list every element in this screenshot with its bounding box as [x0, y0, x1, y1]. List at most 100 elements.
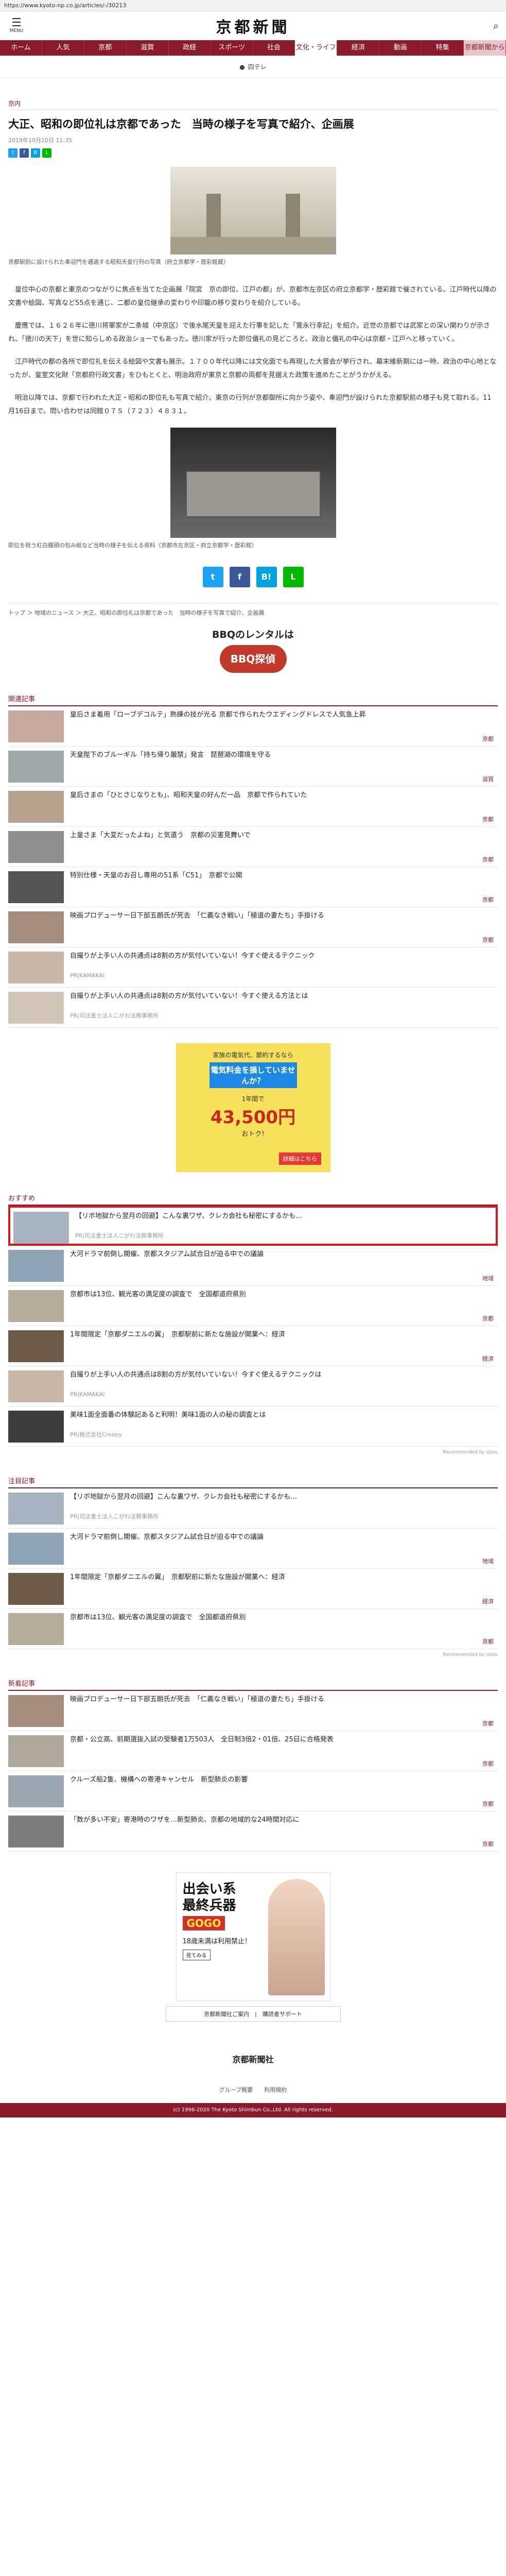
- list-item[interactable]: 京都・公立高、前期選抜入試の受験者1万503人 全日制3倍2・01倍、25日に合…: [8, 1731, 498, 1771]
- item-title: 京都市は13位、観光客の満足度の調査で 全国都道府県別: [70, 1614, 246, 1621]
- list-item[interactable]: 天皇陛下のブルーギル「持ち帰り厳禁」発言 琵琶湖の環境を守る 滋賀: [8, 747, 498, 787]
- list-item[interactable]: 映画プロデューサー日下部五朗氏が死去 「仁義なき戦い」「極道の妻たち」手掛ける京…: [8, 1691, 498, 1731]
- list-item[interactable]: 1年間限定「京都ダニエルの翼」 京都駅前に新たな施設が開業へ：経済 経済: [8, 1569, 498, 1609]
- dating-ad[interactable]: 出会い系 最終兵器 GOGO 18歳未満は利用禁止！ 見てみる: [176, 1872, 330, 2001]
- ad-strip[interactable]: ● 四テレ: [0, 56, 506, 78]
- item-source: PR|株式会社Creapy: [70, 1431, 122, 1438]
- item-title: 上皇さま「大変だったよね」と気遣う 京都の災害見舞いで: [70, 832, 251, 839]
- facebook-icon[interactable]: f: [20, 148, 29, 158]
- electricity-ad[interactable]: 家族の電気代、節約するなら 電気料金を損していませんか？ 1年間で 43,500…: [176, 1043, 330, 1172]
- nav-from-kyoto[interactable]: 京都新聞から: [464, 40, 506, 56]
- photo-caption-1: 京都駅前に設けられた奉迎門を通過する昭和天皇行列の写真（府立京都学・歴彩館蔵）: [8, 259, 229, 265]
- nav-shiga[interactable]: 滋賀: [127, 40, 169, 56]
- nav-feature[interactable]: 特集: [422, 40, 464, 56]
- nav-economy[interactable]: 経済: [337, 40, 380, 56]
- list-item[interactable]: 1年間限定「京都ダニエルの翼」 京都駅前に新たな施設が開業へ：経済 経済: [8, 1326, 498, 1366]
- list-item[interactable]: 上皇さま「大変だったよね」と気遣う 京都の災害見舞いで京都: [8, 827, 498, 867]
- list-item[interactable]: 美味1面全面番の体験記あると利明！美味1面の人の秘の調査とは PR|株式会社Cre…: [8, 1406, 498, 1447]
- url-text: https://www.kyoto-np.co.jp/articles/-/30…: [4, 2, 127, 9]
- item-tag: 京都: [482, 856, 494, 863]
- footer-links[interactable]: グループ概要 利用規約: [8, 2086, 498, 2094]
- list-item[interactable]: 映画プロデューサー日下部五朗氏が死去 「仁義なき戦い」「極道の妻たち」手掛ける京…: [8, 907, 498, 947]
- photo-ground: [170, 237, 336, 255]
- photo-caption-2: 即位を祝う紅白饅頭の包み紙など当時の様子を伝える資料（京都市左京区・府立京都学・…: [8, 542, 257, 549]
- hatena-share-icon[interactable]: B!: [256, 567, 277, 587]
- list-item[interactable]: 大河ドラマ前倒し開催、京都スタジアム試合日が迫る中での議論 地域: [8, 1529, 498, 1569]
- footer-logo[interactable]: 京都新聞社: [8, 2053, 498, 2065]
- bbq-ad-logo: BBQ探偵: [219, 645, 287, 673]
- article-paragraph: 皇位中心の京都と東京のつながりに焦点を当てた企画展「院宮 京の即位、江戸の都」が…: [8, 286, 497, 307]
- copyright: (c) 1996-2020 The Kyoto Shimbun Co.,Ltd.…: [0, 2103, 506, 2117]
- article-category[interactable]: 京内: [8, 99, 498, 110]
- facebook-share-icon[interactable]: f: [229, 567, 250, 587]
- item-source: PR|司法書士法人こがわ法務事務所: [70, 1012, 159, 1019]
- item-tag: 経済: [482, 1355, 494, 1362]
- nav-sports[interactable]: スポーツ: [211, 40, 253, 56]
- breadcrumb[interactable]: トップ ＞ 地域のニュース ＞ 大正、昭和の即位礼は京都であった 当時の様子を写…: [8, 603, 498, 617]
- site-logo[interactable]: 京都新聞: [216, 14, 290, 37]
- nav-home[interactable]: ホーム: [0, 40, 42, 56]
- list-item[interactable]: 自撮りが上手い人の共通点は8割の方が気付いていない！今すぐ使えるテクニック PR|…: [8, 947, 498, 988]
- list-item[interactable]: 京都市は13位、観光客の満足度の調査で 全国都道府県別 京都: [8, 1286, 498, 1326]
- search-icon[interactable]: ⌕: [493, 20, 499, 32]
- list-item[interactable]: 大河ドラマ前倒し開催、京都スタジアム試合日が迫る中での議論 地域: [8, 1246, 498, 1286]
- thumbnail: [8, 1816, 64, 1848]
- list-item[interactable]: 自撮りが上手い人の共通点は8割の方が気付いていない！今すぐ使えるテクニックは PR…: [8, 1366, 498, 1406]
- twitter-icon[interactable]: t: [8, 148, 18, 158]
- thumbnail: [8, 710, 64, 742]
- list-item[interactable]: 【リボ地獄から翌月の回避】こんな裏ワザ、クレカ会社も秘密にするかも… PR|司法書…: [8, 1488, 498, 1529]
- item-tag: 滋賀: [482, 776, 494, 783]
- dating-ad-headline: 出会い系 最終兵器: [182, 1882, 236, 1913]
- item-title: 大河ドラマ前倒し開催、京都スタジアム試合日が迫る中での議論: [70, 1250, 264, 1258]
- ad-line: 1年間で: [241, 1095, 265, 1103]
- related-section-title: 関連記事: [8, 693, 498, 706]
- list-item[interactable]: クルーズ船2隻、機構への寄港キャンセル 新型肺炎の影響 京都: [8, 1771, 498, 1811]
- list-item[interactable]: 皇后さまの「ひとさじなりとも」、昭和天皇の好んだ一品 京都で作られていた 京都: [8, 787, 498, 827]
- recommend-credit: Recommended by Uzou: [443, 1652, 498, 1657]
- list-item[interactable]: 京都市は13位、観光客の満足度の調査で 全国都道府県別 京都: [8, 1609, 498, 1649]
- nav-video[interactable]: 動画: [379, 40, 422, 56]
- dating-ad-brand: GOGO: [182, 1916, 225, 1930]
- hatena-icon[interactable]: B: [31, 148, 40, 158]
- article-photo-2: [170, 428, 336, 538]
- photo-display-case: [185, 471, 321, 517]
- list-item[interactable]: 特別仕様・天皇のお召し専用の51系「C51」 京都で公開 京都: [8, 867, 498, 907]
- share-row-small: t f B L: [8, 148, 498, 158]
- list-item[interactable]: 【リボ地獄から翌月の回避】こんな裏ワザ、クレカ会社も秘密にするかも… PR|司法書…: [8, 1206, 498, 1246]
- item-title: 京都市は13位、観光客の満足度の調査で 全国都道府県別: [70, 1291, 246, 1298]
- thumbnail: [8, 1370, 64, 1402]
- address-bar[interactable]: https://www.kyoto-np.co.jp/articles/-/30…: [0, 0, 506, 11]
- photo-tower-left: [206, 194, 221, 240]
- nav-kyoto[interactable]: 京都: [84, 40, 127, 56]
- dating-ad-button[interactable]: 見てみる: [182, 1950, 211, 1960]
- recommended-list: 【リボ地獄から翌月の回避】こんな裏ワザ、クレカ会社も秘密にするかも… PR|司法書…: [8, 1206, 498, 1447]
- item-title: 特別仕様・天皇のお召し専用の51系「C51」 京都で公開: [70, 872, 242, 879]
- ad-cta-button[interactable]: 詳細はこちら: [278, 1153, 321, 1165]
- article-paragraph: 明治以降では、京都で行われた大正・昭和の即位礼も写真で紹介。東京の行列が京都御所…: [8, 394, 492, 415]
- article-headline: 大正、昭和の即位礼は京都であった 当時の様子を写真で紹介、企画展: [8, 118, 354, 130]
- article-paragraph: 江戸時代の都の各所で即位礼を伝える絵図や文書も展示。１７００年代以降には文化面で…: [8, 358, 497, 379]
- item-title: 自撮りが上手い人の共通点は8割の方が気付いていない！今すぐ使えるテクニックは: [70, 1371, 322, 1379]
- nav-society[interactable]: 社会: [253, 40, 295, 56]
- dating-ad-photo: [268, 1879, 325, 1995]
- nav-popular[interactable]: 人気: [42, 40, 84, 56]
- thumbnail: [8, 791, 64, 823]
- line-icon[interactable]: L: [42, 148, 51, 158]
- twitter-share-icon[interactable]: t: [202, 567, 223, 587]
- site-header: ☰ MENU 京都新聞 ⌕: [0, 11, 506, 40]
- thumbnail: [8, 1533, 64, 1565]
- item-tag: 京都: [482, 937, 494, 943]
- company-links[interactable]: 京都新聞社ご案内 | 購読者サポート: [165, 2006, 341, 2022]
- hamburger-icon: ☰: [11, 16, 22, 29]
- ad-line: おトク!: [241, 1130, 265, 1138]
- line-share-icon[interactable]: L: [283, 567, 304, 587]
- list-item[interactable]: 「数が多い不安」寄港時のワザを…新型肺炎、京都の地域的な24時間対応に 京都: [8, 1811, 498, 1852]
- list-item[interactable]: 皇后さま着用「ローブデコルテ」熟練の技が光る 京都で作られたウエディングドレスで…: [8, 706, 498, 747]
- menu-button[interactable]: ☰ MENU: [6, 16, 27, 34]
- item-title: 「数が多い不安」寄港時のワザを…新型肺炎、京都の地域的な24時間対応に: [70, 1816, 300, 1824]
- nav-politics[interactable]: 政経: [169, 40, 211, 56]
- bbq-ad[interactable]: BBQのレンタルは BBQ探偵: [171, 627, 336, 673]
- item-title: 皇后さまの「ひとさじなりとも」、昭和天皇の好んだ一品 京都で作られていた: [70, 791, 307, 799]
- nav-culture[interactable]: 文化・ライフ: [295, 40, 338, 56]
- list-item[interactable]: 自撮りが上手い人の共通点は8割の方が気付いていない！今すぐ使える方法とは PR|司…: [8, 988, 498, 1028]
